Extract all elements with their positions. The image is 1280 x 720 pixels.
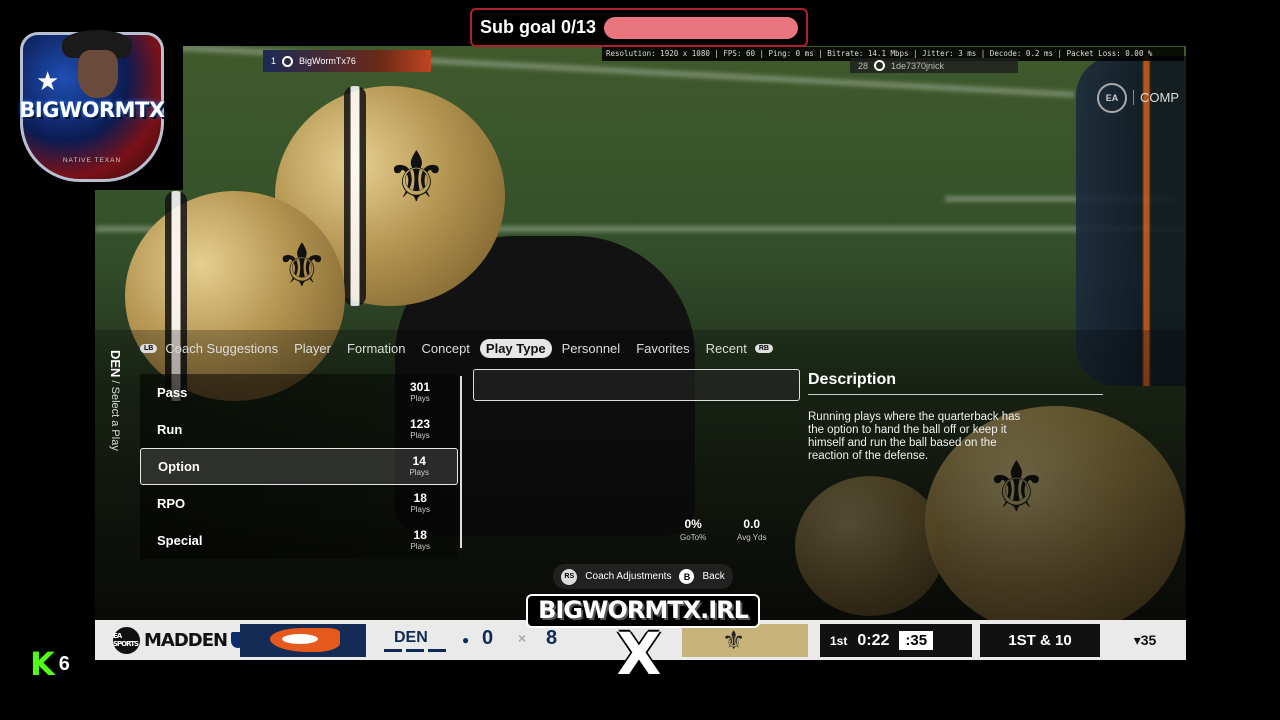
side-label: DEN / Select a Play <box>108 350 123 451</box>
comp-label: COMP <box>1133 90 1179 105</box>
play-type-name: Option <box>158 459 200 474</box>
play-count: 123 Plays <box>409 416 430 440</box>
ea-sports-logo: EA SPORTS <box>113 626 140 654</box>
quarter: 1st <box>830 633 848 648</box>
broncos-logo <box>240 624 366 657</box>
down-and-distance: 1ST & 10 <box>980 624 1100 657</box>
tab-coach-suggestions[interactable]: Coach Suggestions <box>159 339 284 358</box>
back-hint[interactable]: Back <box>702 571 724 582</box>
star-icon: ★ <box>36 66 60 96</box>
list-item[interactable]: RPO 18 Plays <box>140 485 458 522</box>
list-item[interactable]: Pass 301 Plays <box>140 374 458 411</box>
player-slot: 1 <box>271 56 277 66</box>
tab-personnel[interactable]: Personnel <box>556 339 627 358</box>
tab-play-type[interactable]: Play Type <box>479 338 552 358</box>
description-body: Running plays where the quarterback has … <box>808 411 1021 462</box>
play-clock: :35 <box>899 631 934 650</box>
list-item[interactable]: Special 18 Plays <box>140 522 458 559</box>
description-title: Description <box>808 371 1103 395</box>
list-item[interactable]: Run 123 Plays <box>140 411 458 448</box>
button-hints: RS Coach Adjustments B Back <box>553 564 733 589</box>
kick-icon: K <box>30 645 55 683</box>
subgoal-label: Sub goal 0/13 <box>480 17 597 37</box>
ea-sports-icon: EA <box>1097 83 1127 113</box>
side-label-team: DEN <box>108 350 123 378</box>
saints-logo: ⚜ <box>682 624 808 657</box>
scrollbar[interactable] <box>460 376 462 548</box>
possession-dot-icon: ● <box>462 633 470 647</box>
play-count: 18 Plays <box>410 527 430 551</box>
tab-favorites[interactable]: Favorites <box>630 339 695 358</box>
game-clock: 0:22 <box>857 631 890 649</box>
ball-on-yardline: ▾35 <box>1104 624 1186 657</box>
play-type-name: Pass <box>157 385 188 400</box>
play-type-list: Pass 301 Plays Run 123 Plays Option 14 Play… <box>140 374 458 559</box>
side-label-text: / Select a Play <box>109 380 121 451</box>
coach-adjustments-hint[interactable]: Coach Adjustments <box>585 571 671 582</box>
player-slot: 28 <box>858 60 869 71</box>
viewer-count: 6 <box>58 652 70 675</box>
play-type-name: Special <box>157 533 203 548</box>
xbox-icon <box>874 60 886 71</box>
play-count: 18 Plays <box>410 490 430 514</box>
lb-button-icon[interactable]: LB <box>140 343 158 353</box>
b-button-icon: B <box>679 569 695 584</box>
rb-button-icon[interactable]: RB <box>754 343 773 353</box>
tab-concept[interactable]: Concept <box>415 339 475 358</box>
subgoal-widget: Sub goal 0/13 <box>470 8 808 47</box>
streamer-logo: ★ BIGWORMTX NATIVE TEXAN <box>0 28 183 190</box>
streamer-face <box>78 50 118 98</box>
tab-player[interactable]: Player <box>288 339 337 358</box>
play-preview-box[interactable] <box>473 369 800 401</box>
away-score: 8 <box>546 627 558 649</box>
play-call-tabs: LB Coach Suggestions Player Formation Co… <box>140 338 773 358</box>
subgoal-progress-bar <box>604 16 798 39</box>
player-gamertag: BigWormTx76 <box>299 56 356 66</box>
score-separator: × <box>518 630 527 646</box>
home-score: 0 <box>482 627 494 649</box>
play-type-name: Run <box>157 422 183 437</box>
madden-brand: EA SPORTS MADDEN <box>113 626 246 654</box>
clock-panel: 1st 0:22 :35 <box>820 624 972 657</box>
home-team-abbr: DEN <box>394 629 428 646</box>
avg-yds-metric: 0.0 Avg Yds <box>737 517 767 542</box>
rs-button-icon: RS <box>561 568 578 585</box>
logo-subtitle: NATIVE TEXAN <box>62 157 122 164</box>
logo-text: BIGWORMTX <box>19 98 165 122</box>
play-count: 14 Plays <box>409 453 429 477</box>
kick-viewer-count: K 6 <box>30 648 70 680</box>
player-tag-left: 1 BigWormTx76 <box>263 50 431 72</box>
play-count: 301 Plays <box>409 379 430 403</box>
xbox-icon <box>282 55 294 67</box>
play-type-name: RPO <box>157 496 186 511</box>
fleur-de-lis-icon: ⚜ <box>722 626 746 656</box>
player-tag-right: 28 1de7370jnick <box>850 58 1018 73</box>
brand-x-logo: X <box>616 620 662 688</box>
list-item-selected[interactable]: Option 14 Plays <box>140 448 458 485</box>
madden-logo-text: MADDEN <box>144 629 228 651</box>
goto-metric: 0% GoTo% <box>680 517 707 542</box>
tab-formation[interactable]: Formation <box>341 339 412 358</box>
player-gamertag: 1de7370jnick <box>891 60 945 71</box>
timeouts-indicator <box>384 649 446 652</box>
tab-recent[interactable]: Recent <box>700 339 753 358</box>
